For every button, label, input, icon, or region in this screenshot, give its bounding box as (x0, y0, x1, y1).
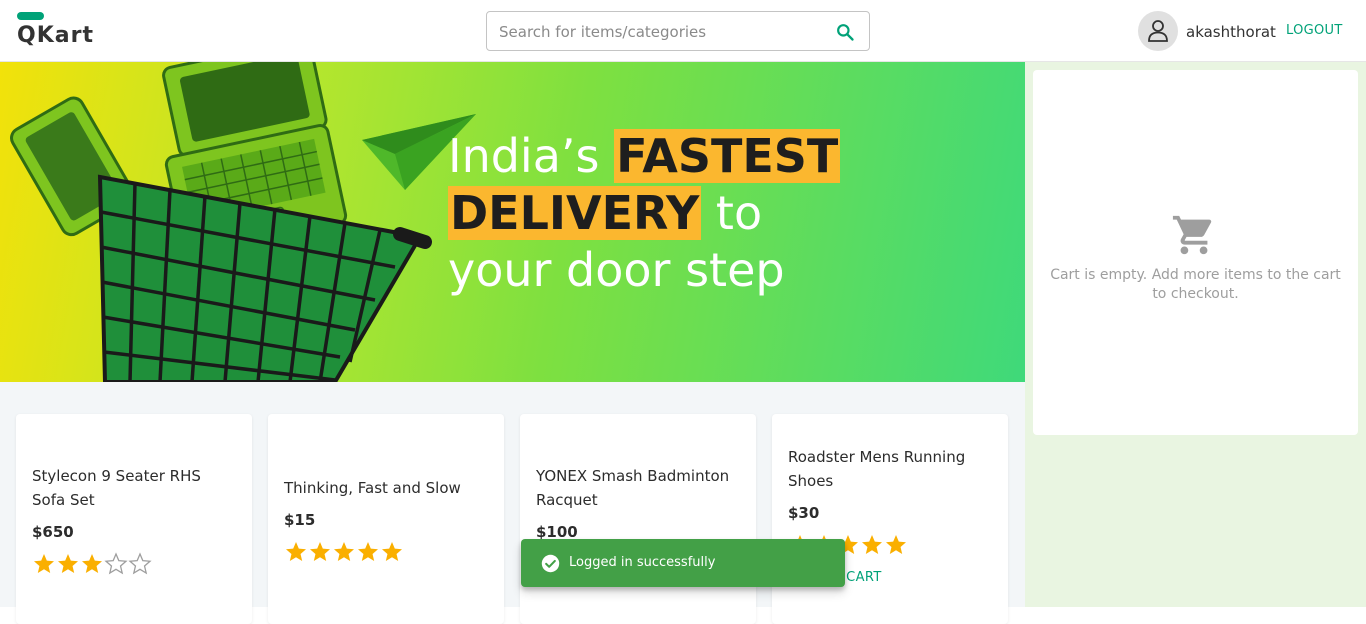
delivery-illustration (10, 62, 476, 382)
logout-button[interactable]: LOGOUT (1286, 21, 1343, 41)
cart-empty-message: Cart is empty. Add more items to the car… (1050, 267, 1341, 302)
star-empty-icon (104, 552, 128, 575)
search-icon[interactable] (835, 22, 855, 42)
star-filled-icon (886, 535, 906, 554)
app-header: QKart akashthorat LOGOUT (0, 0, 1366, 62)
qkart-logo[interactable]: QKart (17, 12, 94, 48)
product-name: Stylecon 9 Seater RHS Sofa Set (32, 467, 201, 509)
product-price: $15 (284, 511, 316, 529)
hero-tagline: India’s FASTEST DELIVERY to your door st… (448, 128, 868, 299)
product-card[interactable]: YONEX Smash Badminton Racquet $100 (520, 414, 756, 624)
star-filled-icon (334, 542, 354, 561)
star-filled-icon (358, 542, 378, 561)
product-name: Roadster Mens Running Shoes (788, 448, 966, 490)
product-name: Thinking, Fast and Slow (284, 479, 461, 497)
search-box (486, 11, 870, 51)
star-filled-icon (862, 535, 882, 554)
cart-area: Cart is empty. Add more items to the car… (1025, 62, 1366, 607)
product-price: $30 (788, 504, 820, 522)
product-price: $650 (32, 523, 74, 541)
username: akashthorat (1186, 23, 1276, 41)
star-filled-icon (286, 542, 306, 561)
star-filled-icon (82, 554, 102, 573)
cart-panel: Cart is empty. Add more items to the car… (1033, 70, 1358, 435)
logo-text: QKart (17, 23, 94, 48)
product-card[interactable]: Stylecon 9 Seater RHS Sofa Set $650 (16, 414, 252, 624)
star-empty-icon (128, 552, 152, 575)
star-filled-icon (382, 542, 402, 561)
product-card[interactable]: Roadster Mens Running Shoes $30 ADD TO C… (772, 414, 1008, 624)
hero-highlight-delivery: DELIVERY (448, 186, 702, 240)
product-rating (32, 552, 152, 576)
search-input[interactable] (499, 20, 819, 44)
hero-text-part: India’s (448, 129, 615, 183)
shopping-cart-icon (1172, 215, 1212, 255)
product-rating (284, 540, 404, 564)
product-grid: Stylecon 9 Seater RHS Sofa Set $650 Thin… (0, 382, 1025, 624)
avatar[interactable] (1138, 11, 1178, 51)
toast-message: Logged in successfully (569, 555, 716, 570)
product-name: YONEX Smash Badminton Racquet (536, 467, 730, 509)
star-filled-icon (34, 554, 54, 573)
star-filled-icon (58, 554, 78, 573)
check-circle-icon (541, 554, 560, 573)
product-card[interactable]: Thinking, Fast and Slow $15 (268, 414, 504, 624)
login-success-toast: Logged in successfully (521, 539, 845, 587)
star-filled-icon (310, 542, 330, 561)
hero-highlight-fastest: FASTEST (614, 129, 841, 183)
logo-bar (17, 12, 44, 20)
hero-banner: India’s FASTEST DELIVERY to your door st… (0, 62, 1025, 382)
user-icon (1148, 20, 1168, 42)
